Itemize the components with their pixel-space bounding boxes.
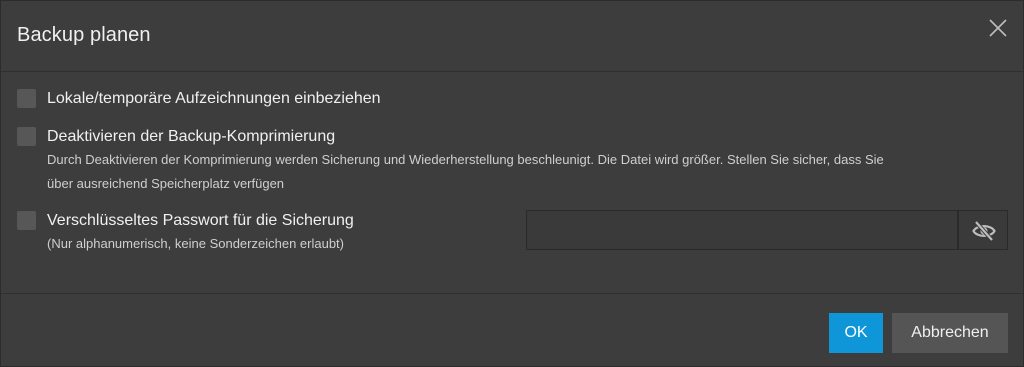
disable-compression-description-line1: Durch Deaktivieren der Komprimierung wer…: [47, 152, 884, 167]
dialog-body: Lokale/temporäre Aufzeichnungen einbezie…: [1, 72, 1023, 294]
disable-compression-description: Durch Deaktivieren der Komprimierung wer…: [47, 148, 884, 196]
encrypted-password-label: Verschlüsseltes Passwort für die Sicheru…: [47, 212, 354, 229]
dialog-header: Backup planen: [1, 1, 1023, 72]
eye-slash-icon: [972, 220, 996, 242]
close-button[interactable]: [987, 17, 1009, 39]
backup-dialog: Backup planen Lokale/temporäre Aufzeichn…: [0, 0, 1024, 367]
cancel-button[interactable]: Abbrechen: [892, 313, 1008, 353]
dialog-footer: OK Abbrechen: [1, 294, 1023, 366]
ok-button[interactable]: OK: [829, 313, 883, 353]
password-input[interactable]: [526, 210, 958, 250]
encrypted-password-description: (Nur alphanumerisch, keine Sonderzeichen…: [47, 236, 344, 251]
disable-compression-label: Deaktivieren der Backup-Komprimierung: [47, 128, 336, 145]
dialog-title: Backup planen: [17, 24, 151, 46]
disable-compression-checkbox[interactable]: [17, 127, 36, 146]
include-local-recordings-label: Lokale/temporäre Aufzeichnungen einbezie…: [47, 90, 381, 107]
include-local-recordings-checkbox[interactable]: [17, 89, 36, 108]
disable-compression-description-line2: über ausreichend Speicherplatz verfügen: [47, 176, 285, 191]
toggle-password-visibility-button[interactable]: [958, 210, 1008, 250]
close-icon: [989, 19, 1007, 37]
encrypted-password-checkbox[interactable]: [17, 211, 36, 230]
